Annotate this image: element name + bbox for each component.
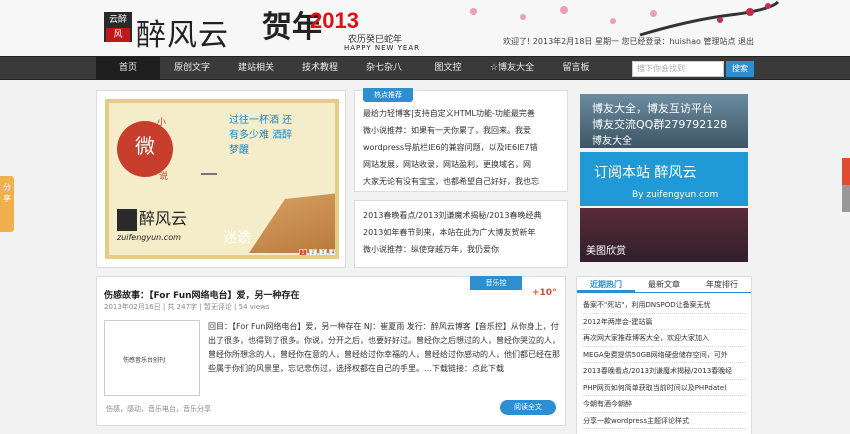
site-header: 云醉 风 醉风云 贺年 2013 农历癸巳蛇年 HAPPY NEW YEAR 欢… [0, 0, 850, 56]
slide-xiao: 小 [157, 118, 167, 128]
blossom-decoration [560, 6, 568, 14]
slide-url: zuifengyun.com [117, 233, 181, 242]
ranking-panel: 近期热门 最新文章 年度排行 备案不"死站"，利用DNSPOD让备案无忧 201… [576, 276, 752, 434]
slide-mi: 迷途 [223, 230, 251, 246]
list-item[interactable]: 2013春晚看点/2013刘谦魔术揭秘/2013春晚经 [583, 363, 747, 380]
slide-shuo: 说 [159, 172, 169, 182]
category-tag-music[interactable]: 音乐控 [470, 276, 522, 290]
list-item[interactable]: 备案不"死站"，利用DNSPOD让备案无忧 [583, 297, 747, 314]
article-tags[interactable]: 伤感，感动，音乐电台，音乐分享 [106, 404, 211, 414]
read-more-button[interactable]: 阅读全文 [500, 400, 556, 415]
ranking-list: 备案不"死站"，利用DNSPOD让备案无忧 2012年两岸会-建站篇 再次网大家… [583, 297, 747, 429]
article-excerpt: 回目：【For Fun网络电台】爱，另一种存在 NJ：崔夏雨 发行：醉风云博客【… [208, 322, 560, 373]
like-counter[interactable]: +10° [532, 288, 557, 298]
nav-item-sitebuilding[interactable]: 建站相关 [224, 57, 288, 80]
user-status-bar[interactable]: 欢迎了! 2013年2月18日 星期一 您已经登录：huishao 管理站点 退… [503, 36, 754, 47]
tab-yearly[interactable]: 年度排行 [693, 277, 751, 292]
list-item[interactable]: 微小说推荐：如果有一天你累了，我回来。我爱 [363, 122, 563, 139]
blossom-decoration [470, 8, 477, 15]
logo-top-text: 云醉 [108, 15, 127, 25]
slider-pagination: 1 2 3 4 5 [299, 249, 335, 255]
hot-list: 最给力轻博客|支持自定义HTML功能-功能最完善 微小说推荐：如果有一天你累了，… [363, 105, 563, 190]
list-item[interactable]: 2012年两岸会-建站篇 [583, 314, 747, 330]
nav-item-friends[interactable]: ☆博友大全 [480, 57, 544, 80]
latest-news-panel: 2013春晚看点/2013刘谦魔术揭秘/2013春晚经典 2013如年春节到来，… [354, 200, 568, 268]
search-input[interactable]: 搜下你会找到 [632, 61, 724, 77]
list-item[interactable]: PHP网页如何简单获取当前时间以及PHPdate( [583, 380, 747, 396]
news-list: 2013春晚看点/2013刘谦魔术揭秘/2013春晚经典 2013如年春节到来，… [363, 207, 563, 258]
main-nav: 首页 原创文字 建站相关 技术教程 杂七杂八 图文控 ☆博友大全 留言板 搜下你… [0, 56, 850, 80]
slider-dot[interactable]: 4 [329, 249, 335, 255]
slide-site-name: 醉风云 [139, 209, 188, 228]
list-item[interactable]: 最给力轻博客|支持自定义HTML功能-功能最完善 [363, 105, 563, 122]
nav-item-misc[interactable]: 杂七杂八 [352, 57, 416, 80]
site-logo[interactable]: 云醉 风 [104, 12, 132, 42]
ad-photo-gallery[interactable]: 美图欣赏 [580, 208, 748, 262]
new-year-banner: 贺年 2013 农历癸巳蛇年 HAPPY NEW YEAR [258, 2, 478, 54]
blossom-decoration [520, 14, 526, 20]
search-button[interactable]: 搜索 [726, 61, 754, 77]
slider-dot[interactable]: 2 [309, 249, 317, 255]
ad2-line2: By zuifengyun.com [632, 190, 719, 200]
site-name[interactable]: 醉风云 [136, 10, 229, 54]
ad1-line2: 博友交流QQ群279792128 [592, 118, 728, 131]
hot-recommend-panel: 热点推荐 最给力轻博客|支持自定义HTML功能-功能最完善 微小说推荐：如果有一… [354, 88, 568, 192]
tab-recent-hot[interactable]: 近期热门 [577, 277, 635, 292]
featured-slider: 微 小 说 过往一杯酒 还有多少难 酒醉梦醒 醉风云 zuifengyun.co… [96, 90, 346, 268]
slide-logo [117, 209, 137, 231]
ad-friends-platform[interactable]: 博友大全，博友互访平台 博友交流QQ群279792128 博友大全 [580, 94, 748, 148]
logo-bottom-text: 风 [106, 28, 130, 42]
right-tab-gray[interactable] [842, 185, 850, 212]
plum-branch-decoration [639, 0, 780, 37]
list-item[interactable]: 分享一款wordpress主题评论样式 [583, 413, 747, 429]
list-item[interactable]: 再次网大家推荐博客大全，欢迎大家加入 [583, 330, 747, 347]
nav-item-guestbook[interactable]: 留言板 [544, 57, 608, 80]
ad3-line1: 美图欣赏 [586, 246, 626, 257]
slider-dot[interactable]: 1 [299, 249, 307, 255]
article-thumbnail[interactable]: 伤感音乐台创刊 [104, 320, 200, 396]
nav-item-photos[interactable]: 图文控 [416, 57, 480, 80]
list-item[interactable]: 大家无论有没有宝宝，也都希望自己好好，我也忘 [363, 173, 563, 190]
hot-tag: 热点推荐 [363, 88, 413, 102]
right-side-tab[interactable] [842, 158, 850, 212]
slide-image[interactable]: 微 小 说 过往一杯酒 还有多少难 酒醉梦醒 醉风云 zuifengyun.co… [105, 99, 339, 259]
list-item[interactable]: 2013如年春节到来，本站在此为广大博友贺新年 [363, 224, 563, 241]
list-item[interactable]: 网站发展，网站收录，网站盈利，更换域名，网 [363, 156, 563, 173]
blossom-decoration [610, 18, 616, 24]
list-item[interactable]: MEGA免费提供50GB网络硬盘储存空间，可外 [583, 347, 747, 363]
ad2-line1: 订阅本站 醉风云 [594, 165, 697, 181]
nav-item-home[interactable]: 首页 [96, 57, 160, 80]
list-item[interactable]: 今朝有酒今朝醉 [583, 396, 747, 413]
article-title[interactable]: 伤感故事：【For Fun网络电台】爱，另一种存在 [104, 288, 300, 301]
nav-item-original[interactable]: 原创文字 [160, 57, 224, 80]
banner-year: 2013 [310, 8, 359, 33]
tab-latest[interactable]: 最新文章 [635, 277, 693, 292]
list-item[interactable]: 微小说推荐：纵使穿越万年，我仍爱你 [363, 241, 563, 258]
list-item[interactable]: 2013春晚看点/2013刘谦魔术揭秘/2013春晚经典 [363, 207, 563, 224]
thumbnail-text: 伤感音乐台创刊 [123, 357, 166, 364]
ad-subscribe[interactable]: 订阅本站 醉风云 By zuifengyun.com [580, 152, 748, 206]
wine-glass-icon [201, 151, 217, 175]
banner-en: HAPPY NEW YEAR [344, 44, 420, 52]
bridge-illustration [249, 193, 335, 253]
slide-poem: 过往一杯酒 还有多少难 酒醉梦醒 [229, 115, 293, 156]
ranking-tabs: 近期热门 最新文章 年度排行 [577, 277, 751, 293]
ad1-line1: 博友大全，博友互访平台 [592, 102, 713, 115]
ad1-line3: 博友大全 [592, 136, 632, 147]
slider-dot[interactable]: 3 [319, 249, 327, 255]
article-meta: 2013年02月16日 | 共 247字 | 暂无评论 | 54 views [104, 303, 270, 311]
nav-item-tutorials[interactable]: 技术教程 [288, 57, 352, 80]
share-side-tab[interactable]: 分享 [0, 176, 14, 232]
list-item[interactable]: wordpress导航栏IE6的兼容问题，以及IE6IE7错 [363, 139, 563, 156]
right-tab-red[interactable] [842, 158, 850, 185]
